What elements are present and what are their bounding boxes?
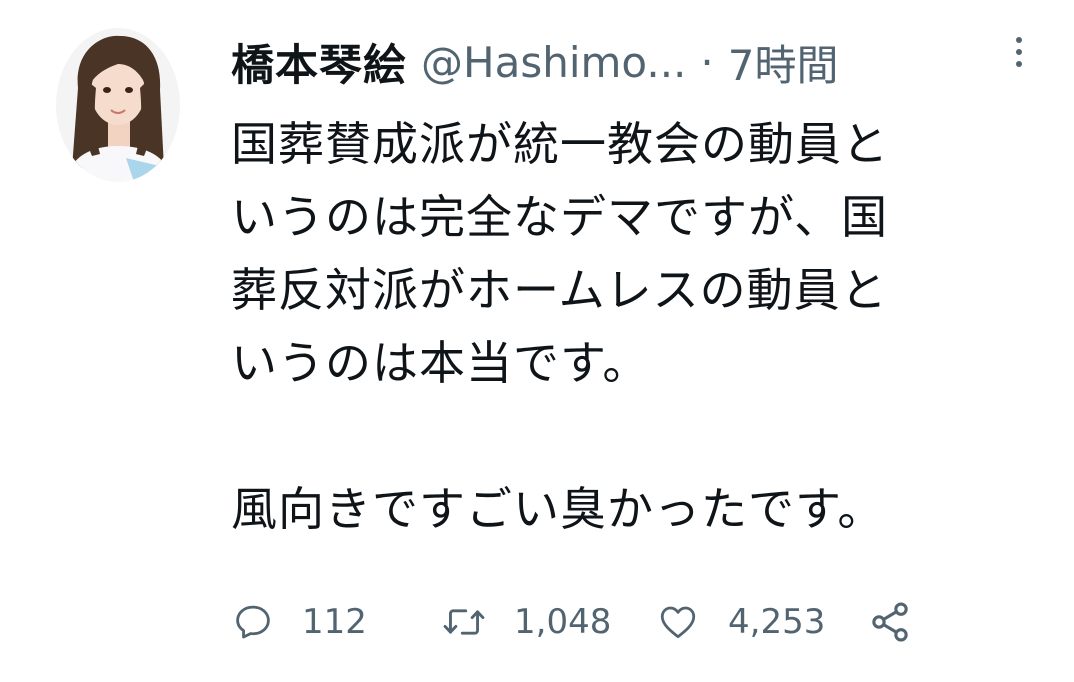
tweet-header: 橋本琴絵 @Hashimo... · 7時間 — [231, 30, 1011, 94]
heart-icon — [660, 606, 696, 639]
retweet-arrows-icon — [443, 609, 485, 635]
tweet-text-line: 風向きですごい臭かったです。 — [231, 482, 885, 536]
tweet-text-line: いうのは完全なデマですが、国 — [231, 190, 889, 244]
display-name[interactable]: 橋本琴絵 — [231, 31, 407, 93]
tweet-text-line: 葬反対派がホームレスの動員と — [231, 263, 888, 317]
separator-dot: · — [700, 37, 714, 87]
tweet-actions: 112 1,048 4,253 — [232, 592, 992, 652]
tweet-text-line: いうのは本当です。 — [231, 336, 650, 390]
avatar[interactable] — [56, 28, 180, 182]
share-button[interactable] — [868, 592, 912, 652]
avatar-portrait-image — [56, 28, 180, 182]
timestamp[interactable]: 7時間 — [728, 32, 839, 93]
more-dot — [1016, 61, 1022, 67]
more-vertical-icon[interactable] — [1004, 30, 1034, 74]
tweet-text-blank-line — [231, 400, 1021, 473]
more-dot — [1016, 49, 1022, 55]
tweet-text: 国葬賛成派が統一教会の動員と いうのは完全なデマですが、国 葬反対派がホームレス… — [231, 108, 1021, 546]
like-count: 4,253 — [728, 602, 826, 642]
reply-count: 112 — [302, 602, 367, 642]
reply-bubble-icon — [236, 605, 270, 639]
retweet-count: 1,048 — [514, 602, 612, 642]
like-button[interactable]: 4,253 — [656, 592, 825, 652]
user-handle[interactable]: @Hashimo... — [421, 38, 686, 87]
retweet-button[interactable]: 1,048 — [442, 592, 611, 652]
tweet-text-line: 国葬賛成派が統一教会の動員と — [231, 117, 889, 171]
more-dot — [1016, 37, 1022, 43]
reply-button[interactable]: 112 — [232, 592, 367, 652]
share-icon — [872, 602, 908, 642]
